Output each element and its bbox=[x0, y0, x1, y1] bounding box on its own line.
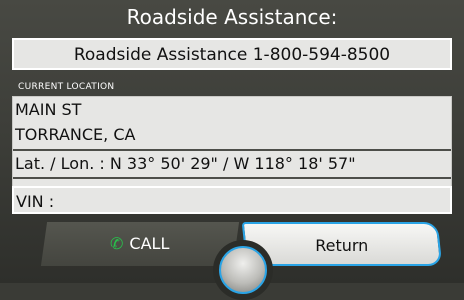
roadside-assistance-screen: Roadside Assistance: Roadside Assistance… bbox=[0, 0, 464, 300]
current-location-header: CURRENT LOCATION bbox=[18, 82, 115, 92]
page-title: Roadside Assistance: bbox=[126, 5, 338, 29]
address-street: MAIN ST bbox=[15, 100, 82, 119]
selector-knob-icon[interactable] bbox=[219, 246, 267, 294]
latlon-readout: Lat. / Lon. : N 33° 50' 29" / W 118° 18'… bbox=[13, 149, 451, 179]
return-button-label: Return bbox=[315, 236, 369, 255]
return-button[interactable]: Return bbox=[241, 222, 443, 266]
roadside-phone-field: Roadside Assistance 1-800-594-8500 bbox=[12, 38, 452, 70]
phone-icon: ✆ bbox=[110, 234, 124, 253]
call-button[interactable]: ✆ CALL bbox=[40, 222, 240, 266]
call-button-label: CALL bbox=[129, 234, 170, 253]
address-city: TORRANCE, CA bbox=[15, 125, 136, 144]
vin-field: VIN : bbox=[12, 186, 452, 214]
